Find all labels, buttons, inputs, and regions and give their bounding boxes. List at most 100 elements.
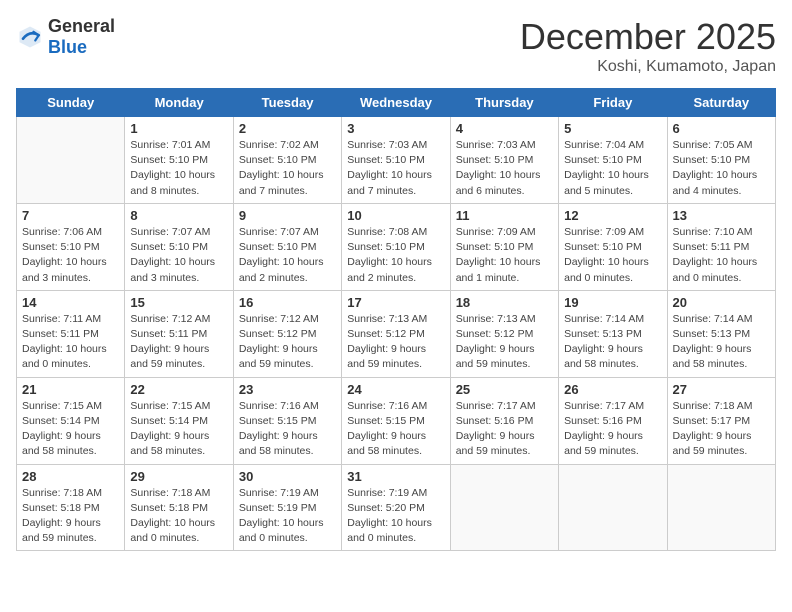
day-info: Sunrise: 7:17 AM Sunset: 5:16 PM Dayligh… <box>456 399 553 460</box>
calendar-table: SundayMondayTuesdayWednesdayThursdayFrid… <box>16 88 776 551</box>
day-info: Sunrise: 7:12 AM Sunset: 5:11 PM Dayligh… <box>130 312 227 373</box>
location-subtitle: Koshi, Kumamoto, Japan <box>520 58 776 76</box>
day-number: 23 <box>239 382 336 397</box>
calendar-cell <box>559 464 667 551</box>
weekday-header-friday: Friday <box>559 89 667 117</box>
weekday-header-tuesday: Tuesday <box>233 89 341 117</box>
day-info: Sunrise: 7:18 AM Sunset: 5:18 PM Dayligh… <box>22 486 119 547</box>
calendar-week-row: 21 Sunrise: 7:15 AM Sunset: 5:14 PM Dayli… <box>17 377 776 464</box>
calendar-cell: 13 Sunrise: 7:10 AM Sunset: 5:11 PM Dayli… <box>667 203 775 290</box>
calendar-cell: 1 Sunrise: 7:01 AM Sunset: 5:10 PM Daylig… <box>125 117 233 204</box>
day-info: Sunrise: 7:03 AM Sunset: 5:10 PM Dayligh… <box>347 138 444 199</box>
day-number: 15 <box>130 295 227 310</box>
day-info: Sunrise: 7:05 AM Sunset: 5:10 PM Dayligh… <box>673 138 770 199</box>
day-info: Sunrise: 7:03 AM Sunset: 5:10 PM Dayligh… <box>456 138 553 199</box>
weekday-header-monday: Monday <box>125 89 233 117</box>
day-info: Sunrise: 7:18 AM Sunset: 5:17 PM Dayligh… <box>673 399 770 460</box>
day-number: 30 <box>239 469 336 484</box>
day-number: 22 <box>130 382 227 397</box>
calendar-cell: 10 Sunrise: 7:08 AM Sunset: 5:10 PM Dayli… <box>342 203 450 290</box>
calendar-cell: 23 Sunrise: 7:16 AM Sunset: 5:15 PM Dayli… <box>233 377 341 464</box>
month-title: December 2025 <box>520 16 776 58</box>
day-info: Sunrise: 7:19 AM Sunset: 5:19 PM Dayligh… <box>239 486 336 547</box>
day-number: 1 <box>130 121 227 136</box>
calendar-cell: 11 Sunrise: 7:09 AM Sunset: 5:10 PM Dayli… <box>450 203 558 290</box>
day-info: Sunrise: 7:09 AM Sunset: 5:10 PM Dayligh… <box>456 225 553 286</box>
day-info: Sunrise: 7:10 AM Sunset: 5:11 PM Dayligh… <box>673 225 770 286</box>
day-info: Sunrise: 7:16 AM Sunset: 5:15 PM Dayligh… <box>239 399 336 460</box>
calendar-cell: 3 Sunrise: 7:03 AM Sunset: 5:10 PM Daylig… <box>342 117 450 204</box>
day-number: 27 <box>673 382 770 397</box>
day-number: 28 <box>22 469 119 484</box>
weekday-header-thursday: Thursday <box>450 89 558 117</box>
calendar-cell: 26Sunrise: 7:17 AM Sunset: 5:16 PM Dayli… <box>559 377 667 464</box>
day-number: 17 <box>347 295 444 310</box>
calendar-week-row: 28 Sunrise: 7:18 AM Sunset: 5:18 PM Dayli… <box>17 464 776 551</box>
calendar-week-row: 14 Sunrise: 7:11 AM Sunset: 5:11 PM Dayli… <box>17 290 776 377</box>
calendar-cell: 2 Sunrise: 7:02 AM Sunset: 5:10 PM Daylig… <box>233 117 341 204</box>
day-number: 3 <box>347 121 444 136</box>
calendar-week-row: 7Sunrise: 7:06 AM Sunset: 5:10 PM Daylig… <box>17 203 776 290</box>
logo: General Blue <box>16 16 115 58</box>
day-number: 21 <box>22 382 119 397</box>
weekday-header-wednesday: Wednesday <box>342 89 450 117</box>
day-number: 14 <box>22 295 119 310</box>
day-number: 13 <box>673 208 770 223</box>
day-number: 18 <box>456 295 553 310</box>
day-info: Sunrise: 7:07 AM Sunset: 5:10 PM Dayligh… <box>239 225 336 286</box>
day-info: Sunrise: 7:12 AM Sunset: 5:12 PM Dayligh… <box>239 312 336 373</box>
calendar-cell: 18 Sunrise: 7:13 AM Sunset: 5:12 PM Dayli… <box>450 290 558 377</box>
calendar-cell: 17Sunrise: 7:13 AM Sunset: 5:12 PM Dayli… <box>342 290 450 377</box>
day-number: 25 <box>456 382 553 397</box>
day-number: 11 <box>456 208 553 223</box>
day-number: 10 <box>347 208 444 223</box>
day-info: Sunrise: 7:02 AM Sunset: 5:10 PM Dayligh… <box>239 138 336 199</box>
day-info: Sunrise: 7:13 AM Sunset: 5:12 PM Dayligh… <box>456 312 553 373</box>
day-info: Sunrise: 7:11 AM Sunset: 5:11 PM Dayligh… <box>22 312 119 373</box>
calendar-cell: 8 Sunrise: 7:07 AM Sunset: 5:10 PM Daylig… <box>125 203 233 290</box>
calendar-cell: 24 Sunrise: 7:16 AM Sunset: 5:15 PM Dayli… <box>342 377 450 464</box>
calendar-cell: 15 Sunrise: 7:12 AM Sunset: 5:11 PM Dayli… <box>125 290 233 377</box>
day-number: 7 <box>22 208 119 223</box>
weekday-header-row: SundayMondayTuesdayWednesdayThursdayFrid… <box>17 89 776 117</box>
calendar-cell: 20Sunrise: 7:14 AM Sunset: 5:13 PM Dayli… <box>667 290 775 377</box>
day-number: 16 <box>239 295 336 310</box>
calendar-cell: 28 Sunrise: 7:18 AM Sunset: 5:18 PM Dayli… <box>17 464 125 551</box>
day-number: 20 <box>673 295 770 310</box>
calendar-cell: 21 Sunrise: 7:15 AM Sunset: 5:14 PM Dayli… <box>17 377 125 464</box>
calendar-cell: 30 Sunrise: 7:19 AM Sunset: 5:19 PM Dayli… <box>233 464 341 551</box>
day-info: Sunrise: 7:08 AM Sunset: 5:10 PM Dayligh… <box>347 225 444 286</box>
logo-blue: Blue <box>48 37 87 57</box>
calendar-week-row: 1 Sunrise: 7:01 AM Sunset: 5:10 PM Daylig… <box>17 117 776 204</box>
day-info: Sunrise: 7:07 AM Sunset: 5:10 PM Dayligh… <box>130 225 227 286</box>
calendar-cell: 9 Sunrise: 7:07 AM Sunset: 5:10 PM Daylig… <box>233 203 341 290</box>
day-number: 9 <box>239 208 336 223</box>
calendar-cell: 12Sunrise: 7:09 AM Sunset: 5:10 PM Dayli… <box>559 203 667 290</box>
calendar-cell <box>450 464 558 551</box>
day-number: 2 <box>239 121 336 136</box>
day-info: Sunrise: 7:15 AM Sunset: 5:14 PM Dayligh… <box>22 399 119 460</box>
day-number: 24 <box>347 382 444 397</box>
calendar-cell: 6 Sunrise: 7:05 AM Sunset: 5:10 PM Daylig… <box>667 117 775 204</box>
day-info: Sunrise: 7:15 AM Sunset: 5:14 PM Dayligh… <box>130 399 227 460</box>
day-number: 12 <box>564 208 661 223</box>
day-number: 8 <box>130 208 227 223</box>
title-block: December 2025 Koshi, Kumamoto, Japan <box>520 16 776 76</box>
generalblue-logo-icon <box>16 23 44 51</box>
day-number: 4 <box>456 121 553 136</box>
day-info: Sunrise: 7:16 AM Sunset: 5:15 PM Dayligh… <box>347 399 444 460</box>
day-number: 6 <box>673 121 770 136</box>
weekday-header-sunday: Sunday <box>17 89 125 117</box>
day-number: 29 <box>130 469 227 484</box>
calendar-cell: 7Sunrise: 7:06 AM Sunset: 5:10 PM Daylig… <box>17 203 125 290</box>
day-info: Sunrise: 7:01 AM Sunset: 5:10 PM Dayligh… <box>130 138 227 199</box>
calendar-cell: 5Sunrise: 7:04 AM Sunset: 5:10 PM Daylig… <box>559 117 667 204</box>
day-number: 5 <box>564 121 661 136</box>
day-info: Sunrise: 7:18 AM Sunset: 5:18 PM Dayligh… <box>130 486 227 547</box>
calendar-cell: 19Sunrise: 7:14 AM Sunset: 5:13 PM Dayli… <box>559 290 667 377</box>
day-info: Sunrise: 7:14 AM Sunset: 5:13 PM Dayligh… <box>564 312 661 373</box>
weekday-header-saturday: Saturday <box>667 89 775 117</box>
calendar-cell: 29 Sunrise: 7:18 AM Sunset: 5:18 PM Dayli… <box>125 464 233 551</box>
calendar-cell: 16 Sunrise: 7:12 AM Sunset: 5:12 PM Dayli… <box>233 290 341 377</box>
page-header: General Blue December 2025 Koshi, Kumamo… <box>16 16 776 76</box>
